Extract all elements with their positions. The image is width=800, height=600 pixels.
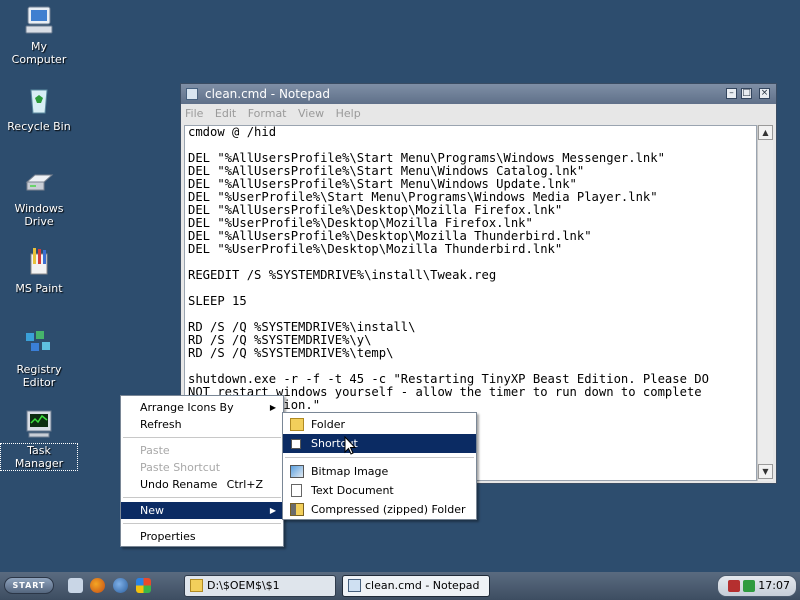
- drive-icon: [23, 166, 55, 198]
- submenu-item-compressed-folder[interactable]: Compressed (zipped) Folder: [283, 500, 476, 519]
- clock[interactable]: 17:07: [758, 576, 790, 596]
- menu-item-label: Arrange Icons By: [140, 401, 234, 414]
- registry-icon: [23, 327, 55, 359]
- tray-network-icon[interactable]: [728, 580, 740, 592]
- mouse-cursor-icon: [344, 436, 356, 455]
- submenu-item-bitmap-image[interactable]: Bitmap Image: [283, 462, 476, 481]
- menu-item-label: Folder: [311, 418, 345, 431]
- paint-icon: [23, 246, 55, 278]
- close-button[interactable]: ×: [759, 88, 770, 99]
- folder-icon: [190, 579, 203, 592]
- menu-item-label: Paste: [140, 444, 170, 457]
- menu-item-paste-shortcut[interactable]: Paste Shortcut: [121, 459, 283, 476]
- menu-separator: [123, 523, 281, 524]
- menu-item-arrange-icons-by[interactable]: Arrange Icons By ▶: [121, 399, 283, 416]
- submenu-arrow-icon: ▶: [269, 403, 276, 412]
- desktop-icon-label: Task Manager: [0, 443, 78, 471]
- submenu-item-text-document[interactable]: Text Document: [283, 481, 476, 500]
- taskbar-task-notepad[interactable]: clean.cmd - Notepad: [342, 575, 490, 597]
- tray-security-icon[interactable]: [743, 580, 755, 592]
- desktop-icon-my-computer[interactable]: My Computer: [0, 4, 78, 67]
- taskbar: START D:\$OEM$\$1 clean.cmd - Notepad 17…: [0, 572, 800, 600]
- menu-file[interactable]: File: [185, 105, 203, 123]
- start-button[interactable]: START: [4, 577, 54, 594]
- menu-item-new[interactable]: New ▶: [121, 502, 283, 519]
- notepad-icon: [186, 88, 198, 100]
- menu-item-properties[interactable]: Properties: [121, 528, 283, 545]
- taskbar-task-folder[interactable]: D:\$OEM$\$1: [184, 575, 336, 597]
- windows-flag-icon[interactable]: [136, 578, 151, 593]
- menu-separator: [285, 457, 474, 458]
- menu-item-label: Bitmap Image: [311, 465, 389, 478]
- desktop-icon-label: Recycle Bin: [7, 120, 71, 133]
- shortcut-icon: [291, 439, 301, 449]
- menu-item-label: Text Document: [311, 484, 394, 497]
- desktop-icon-recycle-bin[interactable]: Recycle Bin: [0, 84, 78, 134]
- menu-item-label: Properties: [140, 530, 196, 543]
- system-tray: 17:07: [717, 575, 797, 597]
- scroll-down-button[interactable]: ▼: [758, 464, 773, 479]
- editor-content: cmdow @ /hid DEL "%AllUsersProfile%\Star…: [188, 125, 709, 412]
- computer-icon: [23, 4, 55, 36]
- task-manager-icon: [23, 408, 55, 440]
- text-document-icon: [291, 484, 302, 497]
- menu-view[interactable]: View: [298, 105, 324, 123]
- vertical-scrollbar[interactable]: ▲ ▼: [757, 125, 773, 481]
- menu-item-accelerator: Ctrl+Z: [226, 478, 263, 491]
- menu-item-label: New: [140, 504, 164, 517]
- menu-item-undo-rename[interactable]: Undo Rename Ctrl+Z: [121, 476, 283, 493]
- menu-item-label: Undo Rename: [140, 478, 218, 491]
- menu-item-label: Compressed (zipped) Folder: [311, 503, 466, 516]
- show-desktop-icon[interactable]: [68, 578, 83, 593]
- bitmap-icon: [290, 465, 304, 478]
- desktop-icon-task-manager[interactable]: Task Manager: [0, 408, 78, 471]
- task-label: clean.cmd - Notepad: [365, 579, 480, 592]
- menu-help[interactable]: Help: [336, 105, 361, 123]
- desktop-icon-ms-paint[interactable]: MS Paint: [0, 246, 78, 296]
- desktop-icon-label: My Computer: [11, 40, 67, 66]
- submenu-arrow-icon: ▶: [269, 506, 276, 515]
- submenu-item-folder[interactable]: Folder: [283, 415, 476, 434]
- desktop-icon-label: MS Paint: [15, 282, 63, 295]
- desktop-context-menu: Arrange Icons By ▶ Refresh Paste Paste S…: [120, 395, 284, 547]
- window-title: clean.cmd - Notepad: [205, 87, 330, 101]
- menu-format[interactable]: Format: [248, 105, 287, 123]
- desktop-icon-windows-drive[interactable]: Windows Drive: [0, 166, 78, 229]
- menu-item-label: Refresh: [140, 418, 182, 431]
- menu-separator: [123, 437, 281, 438]
- desktop-icon-label: Windows Drive: [14, 202, 64, 228]
- notepad-icon: [348, 579, 361, 592]
- desktop-icon-label: Registry Editor: [16, 363, 62, 389]
- menu-item-refresh[interactable]: Refresh: [121, 416, 283, 433]
- thunderbird-icon[interactable]: [113, 578, 128, 593]
- firefox-icon[interactable]: [90, 578, 105, 593]
- maximize-button[interactable]: □: [741, 88, 752, 99]
- scroll-up-button[interactable]: ▲: [758, 125, 773, 140]
- new-submenu: Folder Shortcut Bitmap Image Text Docume…: [282, 412, 477, 520]
- folder-icon: [290, 418, 304, 431]
- menu-bar: File Edit Format View Help: [181, 105, 776, 123]
- menu-edit[interactable]: Edit: [215, 105, 236, 123]
- notepad-titlebar[interactable]: clean.cmd - Notepad – □ ×: [181, 84, 776, 104]
- minimize-button[interactable]: –: [726, 88, 737, 99]
- submenu-item-shortcut[interactable]: Shortcut: [283, 434, 476, 453]
- recycle-bin-icon: [23, 84, 55, 116]
- menu-item-label: Paste Shortcut: [140, 461, 221, 474]
- zip-folder-icon: [290, 503, 304, 516]
- desktop-icon-registry-editor[interactable]: Registry Editor: [0, 327, 78, 390]
- menu-separator: [123, 497, 281, 498]
- task-label: D:\$OEM$\$1: [207, 579, 280, 592]
- menu-item-paste[interactable]: Paste: [121, 442, 283, 459]
